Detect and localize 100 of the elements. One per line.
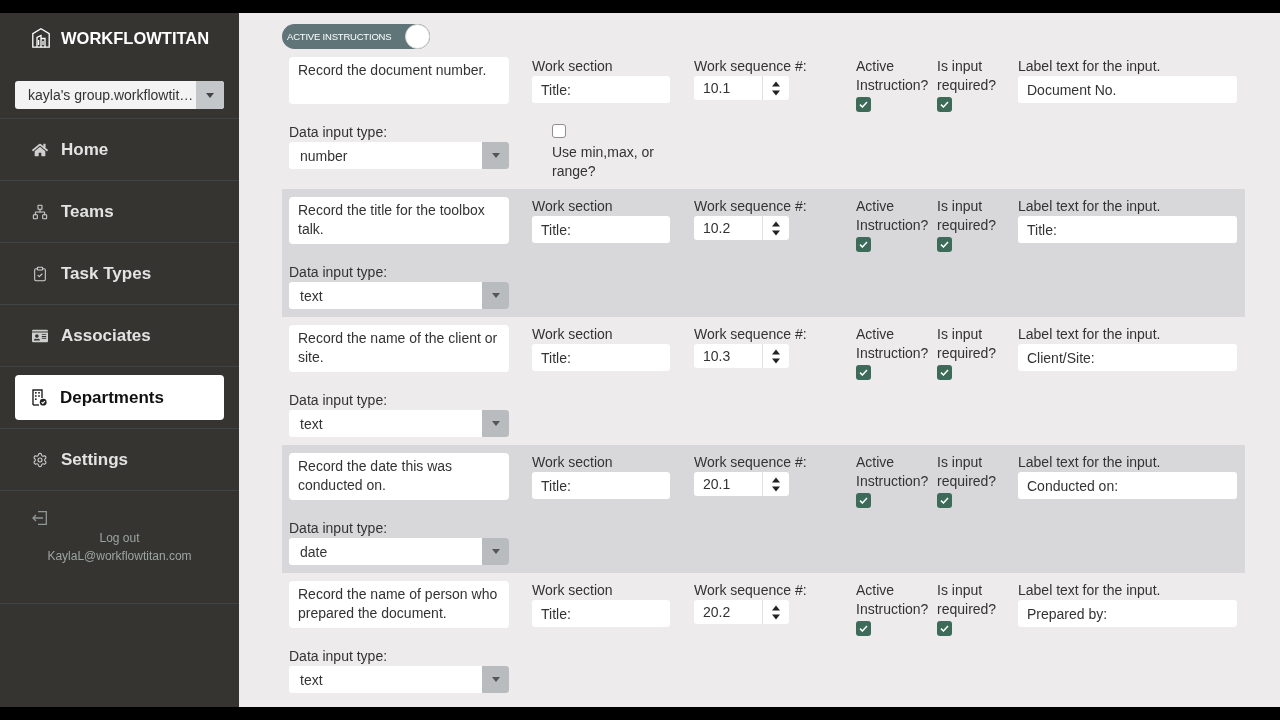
active-checkbox[interactable] xyxy=(856,493,871,508)
data-type-select[interactable]: text xyxy=(289,282,509,309)
checkmark-icon xyxy=(940,369,949,376)
field-label: Label text for the input. xyxy=(1018,581,1161,600)
checkmark-icon xyxy=(859,101,868,108)
field-label: Is input required? xyxy=(937,581,998,619)
work-section-field[interactable]: Title: xyxy=(532,216,670,243)
active-instructions-toggle[interactable]: ACTIVE INSTRUCTIONS xyxy=(282,24,430,49)
active-checkbox[interactable] xyxy=(856,365,871,380)
user-email: KaylaL@workflowtitan.com xyxy=(47,548,192,565)
checkmark-icon xyxy=(940,241,949,248)
required-checkbox[interactable] xyxy=(937,621,952,636)
building-logo-icon xyxy=(32,28,50,48)
spinner-icon[interactable] xyxy=(772,604,780,620)
label-text-field[interactable]: Conducted on: xyxy=(1018,472,1237,499)
active-checkbox[interactable] xyxy=(856,237,871,252)
instruction-field[interactable]: Record the title for the toolbox talk. xyxy=(289,197,509,244)
field-label: Is input required? xyxy=(937,453,998,491)
checkmark-icon xyxy=(940,497,949,504)
sequence-field[interactable]: 10.1 xyxy=(694,76,789,100)
spinner-icon[interactable] xyxy=(772,348,780,364)
caret-icon xyxy=(482,282,509,309)
data-type-select[interactable]: date xyxy=(289,538,509,565)
field-label: Active Instruction? xyxy=(856,325,930,363)
field-label: Active Instruction? xyxy=(856,581,930,619)
field-label: Is input required? xyxy=(937,325,998,363)
data-type-select[interactable]: number xyxy=(289,142,509,169)
sequence-field[interactable]: 10.3 xyxy=(694,344,789,368)
sequence-field[interactable]: 10.2 xyxy=(694,216,789,240)
data-type-select[interactable]: text xyxy=(289,666,509,693)
checkmark-icon xyxy=(940,625,949,632)
required-checkbox[interactable] xyxy=(937,365,952,380)
spinner-icon[interactable] xyxy=(772,80,780,96)
switch-knob[interactable] xyxy=(405,24,430,49)
id-card-icon xyxy=(32,327,48,344)
nav-item[interactable]: Teams xyxy=(15,189,224,234)
label-text-field[interactable]: Client/Site: xyxy=(1018,344,1237,371)
work-section-field[interactable]: Title: xyxy=(532,600,670,627)
nav-item[interactable]: Departments xyxy=(15,375,224,420)
required-checkbox[interactable] xyxy=(937,237,952,252)
field-label: Label text for the input. xyxy=(1018,325,1161,344)
sequence-field[interactable]: 20.2 xyxy=(694,600,789,624)
field-label: Work section xyxy=(532,57,613,76)
work-section-field[interactable]: Title: xyxy=(532,76,670,103)
nav-item[interactable]: Home xyxy=(15,127,224,172)
field-label: Data input type: xyxy=(289,123,388,142)
field-label: Label text for the input. xyxy=(1018,197,1161,216)
checkmark-icon xyxy=(940,101,949,108)
field-label: Work sequence #: xyxy=(694,581,807,600)
required-checkbox[interactable] xyxy=(937,97,952,112)
nav-item[interactable]: Settings xyxy=(15,437,224,482)
active-checkbox[interactable] xyxy=(856,621,871,636)
org-chart-icon xyxy=(32,203,48,220)
field-label: Work sequence #: xyxy=(694,197,807,216)
nav-item[interactable]: Associates xyxy=(15,313,224,358)
logout-link[interactable]: Log out xyxy=(99,529,140,547)
range-checkbox[interactable] xyxy=(552,124,566,138)
instruction-field[interactable]: Record the name of person who prepared the document. xyxy=(289,581,509,628)
nav-item[interactable]: Task Types xyxy=(15,251,224,296)
caret-icon xyxy=(482,142,509,169)
data-type-select[interactable]: text xyxy=(289,410,509,437)
instruction-field[interactable]: Record the document number. xyxy=(289,57,509,104)
label-text-field[interactable]: Title: xyxy=(1018,216,1237,243)
field-label: Work section xyxy=(532,581,613,600)
instruction-field[interactable]: Record the name of the client or site. xyxy=(289,325,509,372)
checkbox-label: Use min,max, or range? xyxy=(552,143,655,181)
label-text-field[interactable]: Prepared by: xyxy=(1018,600,1237,627)
checkmark-icon xyxy=(859,497,868,504)
field-label: Label text for the input. xyxy=(1018,57,1161,76)
field-label: Label text for the input. xyxy=(1018,453,1161,472)
field-label: Is input required? xyxy=(937,197,998,235)
spinner-icon[interactable] xyxy=(772,220,780,236)
field-label: Is input required? xyxy=(937,57,998,95)
group-select[interactable]: kayla's group.workflowtit… xyxy=(15,81,224,109)
field-label: Data input type: xyxy=(289,391,388,410)
caret-icon xyxy=(196,81,224,109)
caret-icon xyxy=(482,666,509,693)
clipboard-check-icon xyxy=(32,265,48,282)
field-label: Data input type: xyxy=(289,647,388,666)
active-checkbox[interactable] xyxy=(856,97,871,112)
logout-icon[interactable] xyxy=(32,511,47,525)
settings-icon xyxy=(32,451,48,468)
label-text-field[interactable]: Document No. xyxy=(1018,76,1237,103)
work-section-field[interactable]: Title: xyxy=(532,344,670,371)
field-label: Active Instruction? xyxy=(856,453,930,491)
spinner-icon[interactable] xyxy=(772,476,780,492)
caret-icon xyxy=(482,410,509,437)
field-label: Data input type: xyxy=(289,263,388,282)
sequence-field[interactable]: 20.1 xyxy=(694,472,789,496)
field-label: Work sequence #: xyxy=(694,57,807,76)
checkmark-icon xyxy=(859,369,868,376)
building-check-icon xyxy=(32,389,47,406)
instruction-field[interactable]: Record the date this was conducted on. xyxy=(289,453,509,500)
home-icon xyxy=(32,141,48,158)
checkmark-icon xyxy=(859,241,868,248)
field-label: Work section xyxy=(532,453,613,472)
field-label: Data input type: xyxy=(289,519,388,538)
work-section-field[interactable]: Title: xyxy=(532,472,670,499)
brand-name: WORKFLOWTITAN xyxy=(61,28,210,48)
required-checkbox[interactable] xyxy=(937,493,952,508)
